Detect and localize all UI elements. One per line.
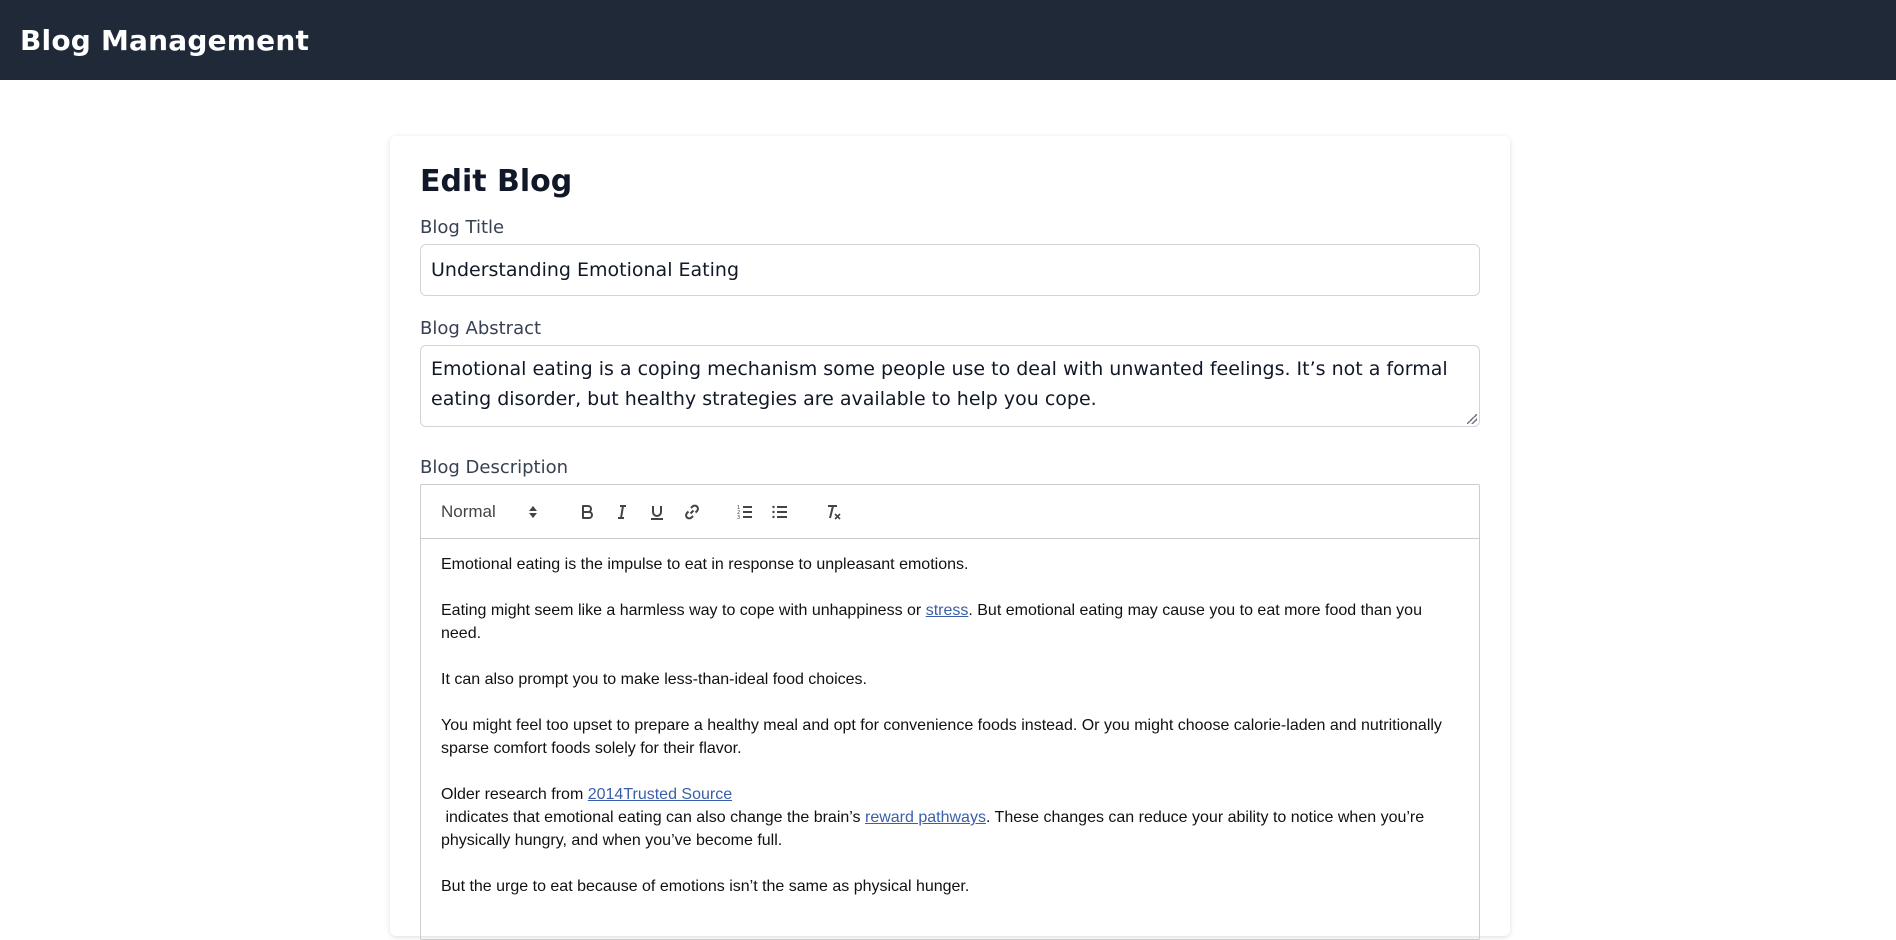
trusted-source-link[interactable]: 2014Trusted Source [588, 786, 732, 803]
select-arrows-icon [529, 505, 537, 518]
paragraph-text: Older research from [441, 786, 588, 803]
blog-title-input[interactable]: Understanding Emotional Eating [420, 244, 1480, 296]
clear-format-icon [827, 504, 841, 520]
blog-title-value: Understanding Emotional Eating [431, 259, 739, 281]
edit-blog-card: Edit Blog Blog Title Understanding Emoti… [390, 136, 1510, 940]
stress-link[interactable]: stress [926, 602, 969, 619]
blog-title-label: Blog Title [420, 217, 505, 238]
editor-content[interactable]: Emotional eating is the impulse to eat i… [421, 539, 1479, 939]
paragraph: Older research from 2014Trusted Source [441, 783, 1459, 806]
format-select-value: Normal [441, 501, 496, 521]
blog-abstract-textarea[interactable]: Emotional eating is a coping mechanism s… [420, 345, 1480, 427]
app-title: Blog Management [20, 23, 310, 57]
link-icon [684, 504, 699, 519]
underline-button[interactable] [639, 497, 674, 527]
resize-handle-icon[interactable] [1467, 414, 1477, 424]
bold-button[interactable] [569, 497, 604, 527]
bold-icon [581, 504, 593, 519]
top-navbar: Blog Management [0, 0, 1896, 80]
format-select[interactable]: Normal [441, 502, 551, 522]
paragraph: But the urge to eat because of emotions … [441, 878, 970, 895]
underline-icon [650, 505, 663, 520]
rich-text-editor: Normal 1 2 3 Emotional eating is the imp… [420, 484, 1480, 940]
page-title: Edit Blog [420, 164, 573, 199]
paragraph-text: Eating might seem like a harmless way to… [441, 602, 926, 619]
svg-text:3: 3 [737, 515, 740, 521]
blog-abstract-value: Emotional eating is a coping mechanism s… [431, 358, 1448, 410]
paragraph: It can also prompt you to make less-than… [441, 671, 867, 688]
italic-icon [617, 504, 626, 519]
reward-pathways-link[interactable]: reward pathways [865, 809, 986, 826]
blog-description-label: Blog Description [420, 457, 569, 478]
ordered-list-icon: 1 2 3 [737, 505, 752, 521]
ordered-list-button[interactable]: 1 2 3 [727, 497, 762, 527]
bullet-list-icon [771, 505, 787, 518]
paragraph: Emotional eating is the impulse to eat i… [441, 556, 969, 573]
italic-button[interactable] [604, 497, 639, 527]
blog-abstract-label: Blog Abstract [420, 318, 542, 339]
paragraph: indicates that emotional eating can also… [441, 806, 1459, 852]
paragraph: You might feel too upset to prepare a he… [441, 717, 1442, 757]
clear-format-button[interactable] [815, 497, 850, 527]
paragraph: Eating might seem like a harmless way to… [441, 599, 1459, 645]
link-button[interactable] [674, 497, 709, 527]
paragraph-text: indicates that emotional eating can also… [441, 809, 865, 826]
editor-toolbar: Normal 1 2 3 [421, 485, 1479, 539]
bullet-list-button[interactable] [762, 497, 797, 527]
